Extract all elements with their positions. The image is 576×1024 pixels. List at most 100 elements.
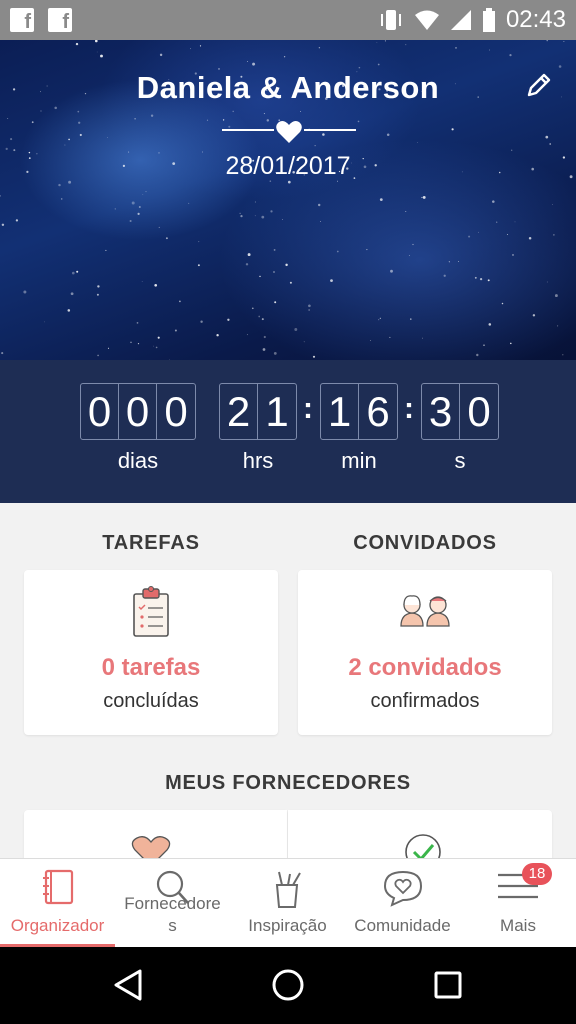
star bbox=[417, 142, 418, 143]
star bbox=[159, 53, 163, 57]
days-label: dias bbox=[117, 448, 159, 473]
star bbox=[511, 149, 513, 151]
star bbox=[150, 114, 154, 117]
star bbox=[410, 318, 412, 320]
star bbox=[157, 336, 160, 339]
digit: 0 bbox=[81, 384, 119, 439]
star bbox=[71, 271, 75, 275]
star bbox=[274, 301, 277, 304]
star bbox=[258, 315, 261, 318]
star bbox=[106, 136, 108, 138]
star bbox=[96, 51, 98, 53]
home-icon[interactable] bbox=[270, 967, 306, 1003]
star bbox=[200, 320, 203, 323]
tab-comunidade[interactable]: Comunidade bbox=[345, 859, 460, 947]
star bbox=[546, 281, 548, 283]
star bbox=[75, 42, 79, 46]
back-icon[interactable] bbox=[112, 967, 144, 1003]
guests-card[interactable]: 2 convidados confirmados bbox=[298, 570, 552, 735]
star bbox=[448, 261, 450, 263]
star bbox=[496, 221, 498, 223]
minutes-label: min bbox=[341, 448, 377, 473]
star bbox=[199, 45, 202, 47]
star bbox=[476, 353, 479, 357]
vendors-title: MEUS FORNECEDORES bbox=[165, 772, 411, 794]
star bbox=[283, 56, 286, 58]
star bbox=[412, 243, 414, 246]
star bbox=[483, 344, 485, 346]
star bbox=[273, 271, 275, 273]
star bbox=[141, 280, 143, 282]
star bbox=[557, 325, 559, 327]
star bbox=[76, 270, 79, 273]
tasks-card[interactable]: 0 tarefas concluídas bbox=[24, 570, 278, 735]
star bbox=[198, 241, 200, 243]
star bbox=[273, 352, 277, 355]
star bbox=[285, 263, 288, 267]
tab-label: Comunidade bbox=[354, 916, 451, 935]
star bbox=[422, 337, 423, 339]
digit: 3 bbox=[422, 384, 460, 439]
digit: 6 bbox=[366, 387, 390, 435]
tab-fornecedores[interactable]: Fornecedore s bbox=[115, 859, 230, 947]
separator: : bbox=[303, 392, 313, 425]
star bbox=[554, 294, 558, 298]
star bbox=[509, 54, 512, 57]
star bbox=[245, 263, 249, 266]
star bbox=[532, 314, 536, 317]
star bbox=[240, 214, 243, 218]
star bbox=[299, 111, 301, 112]
vibrate-icon bbox=[380, 10, 401, 30]
star bbox=[386, 133, 390, 136]
star bbox=[142, 194, 144, 195]
star bbox=[96, 293, 99, 296]
star bbox=[289, 281, 292, 284]
minutes-counter: 1 6 bbox=[320, 383, 398, 440]
bottom-tab-bar: Organizador Fornecedore s Inspiração Com… bbox=[0, 858, 576, 947]
hours-counter: 2 1 bbox=[219, 383, 297, 440]
star bbox=[131, 201, 135, 205]
star bbox=[70, 292, 74, 296]
wifi-icon bbox=[414, 10, 439, 30]
star bbox=[60, 198, 63, 200]
digit: 0 bbox=[164, 387, 188, 435]
star bbox=[68, 180, 72, 184]
star bbox=[501, 302, 504, 305]
star bbox=[422, 195, 426, 199]
tab-inspiracao[interactable]: Inspiração bbox=[230, 859, 345, 947]
star bbox=[512, 254, 514, 256]
hours-label: hrs bbox=[242, 448, 274, 473]
notification-badge: 18 bbox=[522, 863, 552, 885]
star bbox=[376, 42, 378, 43]
star bbox=[97, 285, 100, 288]
header-banner: Daniela & Anderson 28/01/2017 bbox=[0, 40, 576, 360]
star bbox=[153, 345, 154, 347]
tab-label-line2: s bbox=[168, 916, 177, 935]
star bbox=[379, 198, 383, 201]
star bbox=[261, 215, 265, 219]
star bbox=[546, 40, 548, 42]
star bbox=[263, 335, 266, 339]
star bbox=[514, 221, 516, 223]
star bbox=[510, 342, 512, 345]
tasks-title: TAREFAS bbox=[102, 532, 200, 554]
recents-icon[interactable] bbox=[432, 967, 464, 1003]
tab-organizador[interactable]: Organizador bbox=[0, 859, 115, 947]
star bbox=[489, 49, 490, 51]
edit-icon[interactable] bbox=[524, 70, 554, 100]
star bbox=[487, 279, 490, 282]
star bbox=[227, 318, 230, 321]
star bbox=[261, 318, 264, 321]
star bbox=[478, 231, 479, 233]
star bbox=[370, 340, 372, 341]
tasks-sub: concluídas bbox=[103, 690, 199, 712]
star bbox=[262, 348, 266, 351]
star bbox=[44, 321, 45, 323]
star bbox=[239, 212, 241, 214]
star bbox=[468, 235, 471, 238]
guests-count: 2 convidados bbox=[348, 654, 502, 681]
star bbox=[188, 202, 190, 204]
star bbox=[100, 54, 103, 58]
tab-mais[interactable]: 18 Mais bbox=[460, 859, 576, 947]
separator: : bbox=[404, 392, 414, 425]
